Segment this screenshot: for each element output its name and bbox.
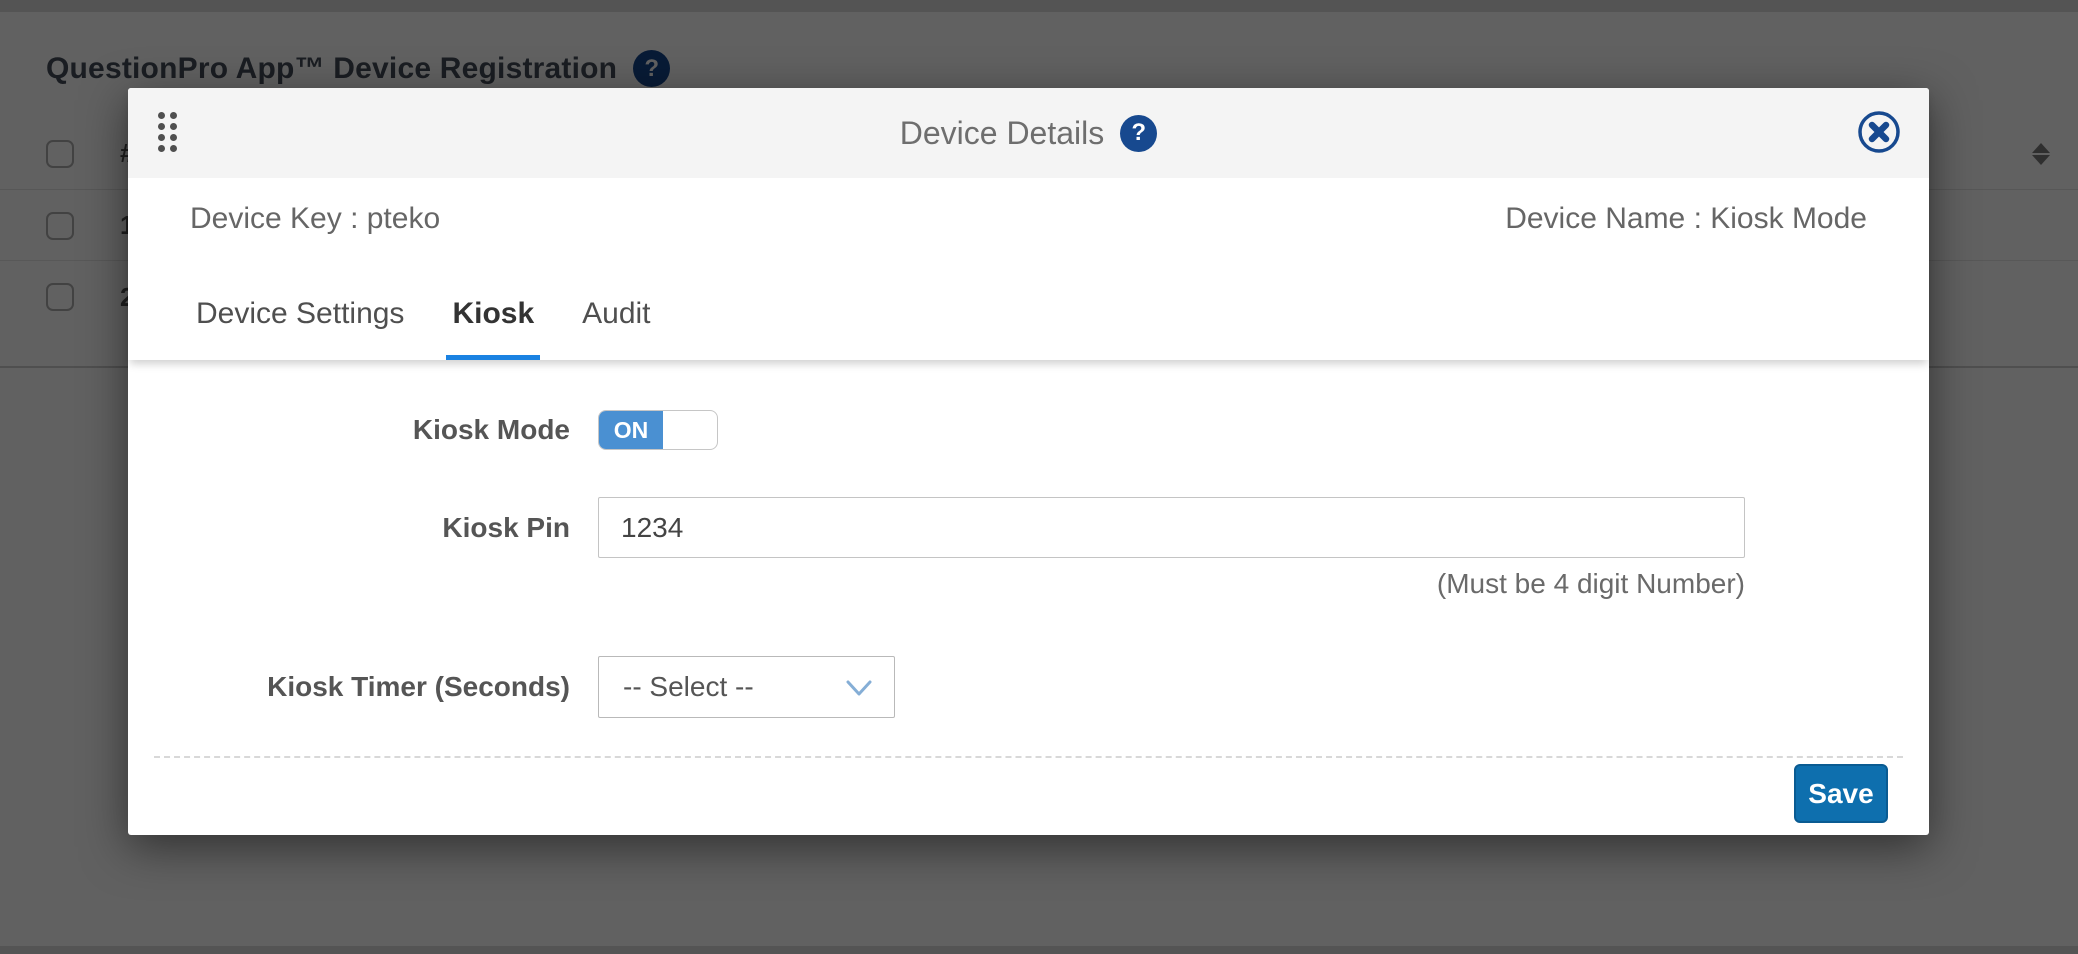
- toggle-on-state: ON: [599, 411, 663, 449]
- modal-body: Kiosk Mode ON Kiosk Pin (Must be 4 digit…: [128, 360, 1929, 835]
- kiosk-pin-row: Kiosk Pin: [128, 497, 1929, 558]
- modal-header: Device Details ?: [128, 88, 1929, 178]
- chevron-down-icon: [844, 676, 874, 705]
- kiosk-mode-label: Kiosk Mode: [128, 414, 570, 446]
- device-key-label: Device Key : pteko: [190, 202, 440, 236]
- device-name-label: Device Name : Kiosk Mode: [1505, 202, 1867, 236]
- modal-title: Device Details: [900, 115, 1105, 152]
- tab-bar: Device Settings Kiosk Audit: [128, 260, 1929, 360]
- tab-kiosk[interactable]: Kiosk: [446, 297, 540, 360]
- kiosk-timer-selected-value: -- Select --: [623, 671, 754, 703]
- tab-device-settings[interactable]: Device Settings: [190, 297, 410, 360]
- tab-audit[interactable]: Audit: [576, 297, 656, 360]
- kiosk-pin-hint: (Must be 4 digit Number): [598, 568, 1745, 600]
- modal-top-section: Device Details ? Device Key : pteko Devi…: [128, 88, 1929, 360]
- kiosk-timer-label: Kiosk Timer (Seconds): [128, 671, 570, 703]
- kiosk-mode-toggle[interactable]: ON: [598, 410, 718, 450]
- kiosk-mode-row: Kiosk Mode ON: [128, 410, 1929, 450]
- close-icon: [1855, 108, 1903, 156]
- kiosk-pin-input[interactable]: [598, 497, 1745, 558]
- kiosk-timer-select[interactable]: -- Select --: [598, 656, 895, 718]
- modal-footer: Save: [128, 758, 1929, 823]
- device-details-modal: Device Details ? Device Key : pteko Devi…: [128, 88, 1929, 835]
- kiosk-pin-hint-row: (Must be 4 digit Number): [128, 568, 1929, 600]
- device-info-row: Device Key : pteko Device Name : Kiosk M…: [128, 178, 1929, 260]
- save-button[interactable]: Save: [1794, 764, 1888, 823]
- kiosk-timer-row: Kiosk Timer (Seconds) -- Select --: [128, 656, 1929, 718]
- help-icon[interactable]: ?: [1120, 115, 1157, 152]
- drag-handle-icon[interactable]: [158, 112, 177, 152]
- kiosk-pin-label: Kiosk Pin: [128, 512, 570, 544]
- close-button[interactable]: [1855, 108, 1903, 156]
